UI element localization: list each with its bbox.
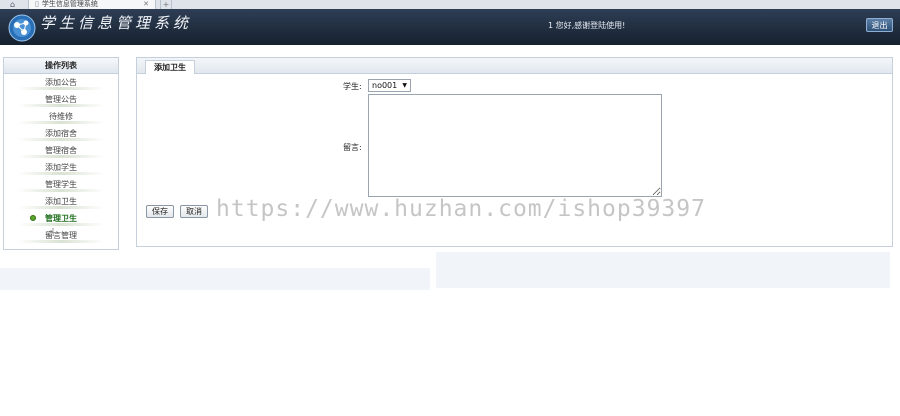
page-icon: ▯: [35, 0, 39, 8]
sidebar-item-manage-dorm[interactable]: 管理宿舍: [4, 142, 118, 159]
sidebar-item-add-hygiene[interactable]: 添加卫生: [4, 193, 118, 210]
watermark-text: https://www.huzhan.com/ishop39397: [216, 196, 706, 222]
sidebar-item-label: 管理学生: [45, 180, 77, 189]
browser-tab[interactable]: ▯ 学生信息管理系统 ✕: [28, 0, 156, 9]
background-residue: [436, 252, 890, 288]
student-label: 学生:: [343, 82, 362, 91]
sidebar-item-label: 添加卫生: [45, 197, 77, 206]
sidebar-title: 操作列表: [4, 58, 118, 74]
sidebar-item-label: 添加公告: [45, 78, 77, 87]
sidebar-item-label: 管理卫生: [45, 214, 77, 223]
sidebar-item-label: 添加学生: [45, 163, 77, 172]
sidebar-item-manage-student[interactable]: 管理学生: [4, 176, 118, 193]
student-select[interactable]: no001 ▼: [368, 79, 411, 92]
sidebar-item-label: 管理宿舍: [45, 146, 77, 155]
sidebar-item-add-dorm[interactable]: 添加宿舍: [4, 125, 118, 142]
sidebar-item-label: 待维修: [49, 112, 73, 121]
active-bullet-icon: [30, 215, 36, 221]
app-title: 学生信息管理系统: [40, 14, 193, 32]
sidebar-item-add-notice[interactable]: 添加公告: [4, 74, 118, 91]
browser-tab-title: 学生信息管理系统: [41, 0, 98, 8]
background-residue: [0, 268, 430, 290]
tab-add-hygiene[interactable]: 添加卫生: [145, 60, 195, 74]
sidebar-item-label: 管理公告: [45, 95, 77, 104]
sidebar-item-manage-notice[interactable]: 管理公告: [4, 91, 118, 108]
save-button[interactable]: 保存: [146, 205, 174, 218]
logo-icon: [8, 14, 36, 42]
sidebar-item-repairs[interactable]: 待维修: [4, 108, 118, 125]
panel-tabbar: 添加卫生: [137, 58, 892, 74]
chevron-down-icon: ▼: [402, 82, 407, 89]
home-icon[interactable]: ⌂: [10, 0, 15, 9]
close-tab-icon[interactable]: ✕: [143, 0, 149, 9]
sidebar-item-add-student[interactable]: 添加学生: [4, 159, 118, 176]
student-select-value: no001: [372, 81, 398, 90]
sidebar: 操作列表 添加公告 管理公告 待维修 添加宿舍 管理宿舍 添加学生 管理学生 添…: [3, 57, 119, 250]
app-header: 学生信息管理系统 1 您好,感谢登陆使用! 退出: [0, 9, 900, 45]
sidebar-item-messages[interactable]: 留言管理: [4, 227, 118, 244]
new-tab-button[interactable]: +: [160, 0, 172, 9]
sidebar-item-manage-hygiene[interactable]: 管理卫生: [4, 210, 118, 227]
hand-cursor-icon: ☝: [48, 226, 55, 239]
welcome-text: 1 您好,感谢登陆使用!: [548, 21, 626, 30]
cancel-button[interactable]: 取消: [180, 205, 208, 218]
message-label: 留言:: [343, 143, 362, 152]
message-textarea[interactable]: [368, 94, 662, 197]
sidebar-item-label: 添加宿舍: [45, 129, 77, 138]
logout-button[interactable]: 退出: [866, 18, 893, 32]
